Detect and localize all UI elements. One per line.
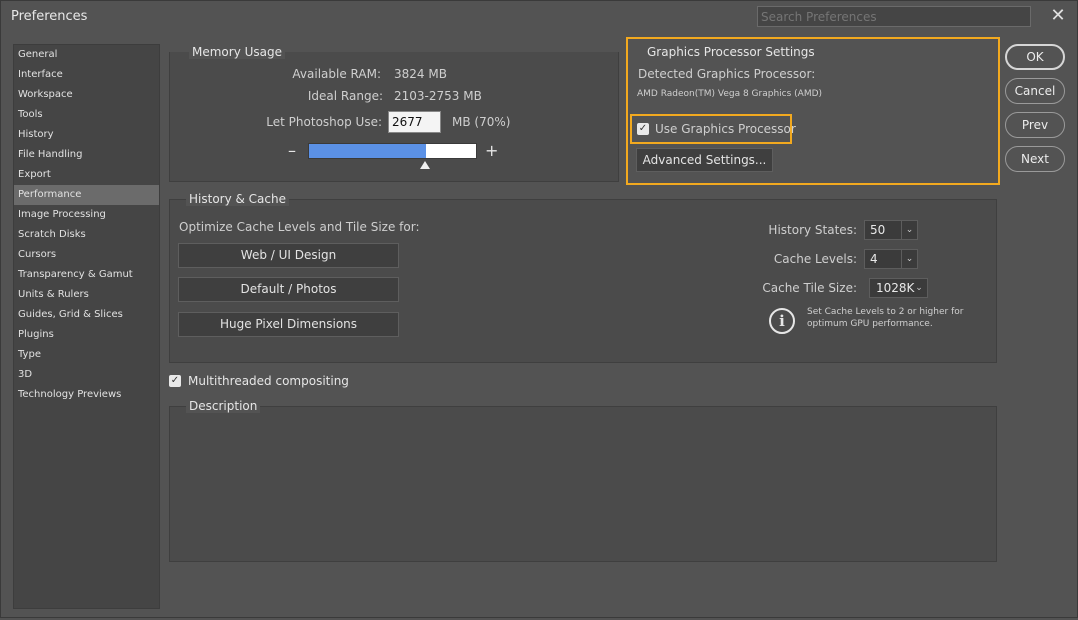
photoshop-use-label: Let Photoshop Use:	[266, 115, 382, 129]
web-ui-design-button[interactable]: Web / UI Design	[178, 243, 399, 268]
default-photos-button[interactable]: Default / Photos	[178, 277, 399, 302]
sidebar-item-general[interactable]: General	[14, 45, 159, 65]
cache-info-text-line-1: Set Cache Levels to 2 or higher for	[807, 307, 964, 317]
multithreaded-checkbox[interactable]: ✓	[169, 375, 181, 387]
sidebar-item-workspace[interactable]: Workspace	[14, 85, 159, 105]
sidebar-item-3d[interactable]: 3D	[14, 365, 159, 385]
cache-levels-select[interactable]: 4 ⌄	[864, 249, 918, 269]
available-ram-label: Available RAM:	[292, 67, 381, 81]
cache-levels-value: 4	[870, 252, 878, 266]
ideal-range-label: Ideal Range:	[307, 89, 383, 103]
sidebar-item-plugins[interactable]: Plugins	[14, 325, 159, 345]
preferences-dialog: Preferences ✕ GeneralInterfaceWorkspaceT…	[0, 0, 1078, 618]
use-gpu-label[interactable]: Use Graphics Processor	[655, 122, 796, 136]
info-icon: i	[769, 308, 795, 334]
advanced-settings-button[interactable]: Advanced Settings...	[636, 148, 773, 172]
memory-usage-title: Memory Usage	[189, 45, 286, 59]
sidebar-item-type[interactable]: Type	[14, 345, 159, 365]
chevron-down-icon: ⌄	[915, 283, 923, 293]
multithreaded-label[interactable]: Multithreaded compositing	[188, 374, 349, 388]
sidebar-item-transparency-gamut[interactable]: Transparency & Gamut	[14, 265, 159, 285]
cancel-button[interactable]: Cancel	[1005, 78, 1065, 104]
sidebar-item-tools[interactable]: Tools	[14, 105, 159, 125]
chevron-down-icon: ⌄	[901, 221, 917, 239]
cache-tile-size-label: Cache Tile Size:	[762, 281, 857, 295]
sidebar-list: General Interface Workspace Tools History Fil…	[14, 45, 159, 405]
memory-percent-label: MB (70%)	[452, 115, 511, 129]
cache-info-text-line-2: optimum GPU performance.	[807, 319, 933, 329]
detected-gpu-label: Detected Graphics Processor:	[638, 67, 816, 81]
sidebar-item-export[interactable]: Export	[14, 165, 159, 185]
search-input[interactable]	[757, 6, 1031, 27]
sidebar-item-image-processing[interactable]: Image Processing	[14, 205, 159, 225]
next-button[interactable]: Next	[1005, 146, 1065, 172]
sidebar-item-cursors[interactable]: Cursors	[14, 245, 159, 265]
sidebar-item-scratch-disks[interactable]: Scratch Disks	[14, 225, 159, 245]
sidebar-item-technology-previews[interactable]: Technology Previews	[14, 385, 159, 405]
cache-tile-size-value: 1028K	[876, 281, 915, 295]
available-ram-value: 3824 MB	[394, 67, 447, 81]
prev-button[interactable]: Prev	[1005, 112, 1065, 138]
description-panel	[169, 406, 997, 562]
sidebar-item-history[interactable]: History	[14, 125, 159, 145]
increase-memory-button[interactable]: +	[485, 141, 498, 160]
huge-pixel-dimensions-button[interactable]: Huge Pixel Dimensions	[178, 312, 399, 337]
history-states-value: 50	[870, 223, 886, 237]
optimize-cache-label: Optimize Cache Levels and Tile Size for:	[179, 220, 420, 234]
sidebar-item-performance[interactable]: Performance	[14, 185, 159, 205]
sidebar: General Interface Workspace Tools History Fil…	[13, 44, 160, 609]
sidebar-item-units-rulers[interactable]: Units & Rulers	[14, 285, 159, 305]
close-icon[interactable]: ✕	[1047, 5, 1069, 27]
history-states-select[interactable]: 50 ⌄	[864, 220, 918, 240]
ok-button[interactable]: OK	[1005, 44, 1065, 70]
description-title: Description	[186, 399, 261, 413]
check-icon: ✓	[170, 375, 180, 386]
detected-gpu-value: AMD Radeon(TM) Vega 8 Graphics (AMD)	[637, 89, 823, 99]
ideal-range-value: 2103-2753 MB	[394, 89, 482, 103]
cache-levels-label: Cache Levels:	[773, 252, 857, 266]
history-states-label: History States:	[768, 223, 857, 237]
check-icon: ✓	[638, 123, 648, 134]
sidebar-item-file-handling[interactable]: File Handling	[14, 145, 159, 165]
memory-slider-track[interactable]	[308, 143, 477, 159]
sidebar-item-guides-grid-slices[interactable]: Guides, Grid & Slices	[14, 305, 159, 325]
gpu-settings-title: Graphics Processor Settings	[647, 45, 815, 59]
memory-slider-thumb[interactable]	[420, 161, 430, 169]
sidebar-item-interface[interactable]: Interface	[14, 65, 159, 85]
decrease-memory-button[interactable]: –	[288, 141, 296, 160]
memory-slider-fill	[309, 144, 426, 158]
memory-amount-input[interactable]	[388, 111, 441, 133]
chevron-down-icon: ⌄	[901, 250, 917, 268]
cache-tile-size-select[interactable]: 1028K ⌄	[869, 278, 928, 298]
history-cache-title: History & Cache	[186, 192, 289, 206]
dialog-title: Preferences	[11, 9, 88, 24]
use-gpu-checkbox[interactable]: ✓	[637, 123, 649, 135]
